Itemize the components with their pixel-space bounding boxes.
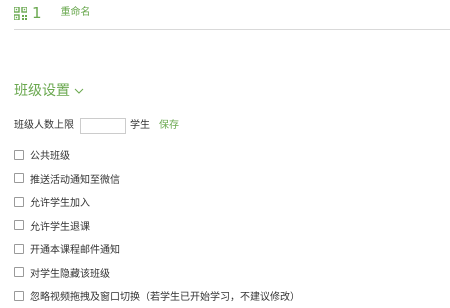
- option-ignore-video-drag[interactable]: 忽略视频拖拽及窗口切换（若学生已开始学习，不建议修改）: [14, 284, 300, 308]
- ignore-video-drag-checkbox[interactable]: [14, 290, 24, 301]
- section-title: 班级设置: [14, 83, 70, 99]
- option-label: 允许学生加入: [30, 198, 90, 210]
- class-settings-toggle[interactable]: 班级设置: [14, 82, 84, 100]
- email-notify-checkbox[interactable]: [14, 243, 24, 254]
- class-number: 1: [32, 4, 42, 22]
- rename-link[interactable]: 重命名: [61, 6, 91, 20]
- option-public-class[interactable]: 公共班级: [14, 143, 300, 167]
- option-allow-withdraw[interactable]: 允许学生退课: [14, 214, 300, 238]
- allow-withdraw-checkbox[interactable]: [14, 220, 24, 231]
- settings-options-list: 公共班级 推送活动通知至微信 允许学生加入 允许学生退课 开通本课程邮件通知 对…: [14, 143, 300, 308]
- header-divider: [14, 29, 450, 30]
- option-wechat-notify[interactable]: 推送活动通知至微信: [14, 167, 300, 191]
- option-label: 忽略视频拖拽及窗口切换（若学生已开始学习，不建议修改）: [30, 292, 300, 304]
- option-allow-join[interactable]: 允许学生加入: [14, 190, 300, 214]
- option-label: 开通本课程邮件通知: [30, 245, 120, 257]
- option-label: 推送活动通知至微信: [30, 174, 120, 186]
- chevron-down-icon: [74, 88, 84, 94]
- hide-class-checkbox[interactable]: [14, 267, 24, 278]
- qr-code-icon[interactable]: [14, 6, 27, 20]
- student-limit-unit: 学生: [130, 120, 150, 131]
- option-hide-class[interactable]: 对学生隐藏该班级: [14, 261, 300, 285]
- public-class-checkbox[interactable]: [14, 149, 24, 160]
- option-label: 允许学生退课: [30, 221, 90, 233]
- class-header: 1 重命名: [14, 3, 91, 23]
- option-label: 对学生隐藏该班级: [30, 268, 110, 280]
- save-button[interactable]: 保存: [159, 119, 179, 133]
- student-limit-row: 班级人数上限 学生 保存: [14, 118, 179, 134]
- option-email-notify[interactable]: 开通本课程邮件通知: [14, 237, 300, 261]
- student-limit-input[interactable]: [80, 118, 126, 134]
- student-limit-label: 班级人数上限: [14, 120, 74, 131]
- wechat-notify-checkbox[interactable]: [14, 173, 24, 184]
- option-label: 公共班级: [30, 151, 70, 163]
- allow-join-checkbox[interactable]: [14, 196, 24, 207]
